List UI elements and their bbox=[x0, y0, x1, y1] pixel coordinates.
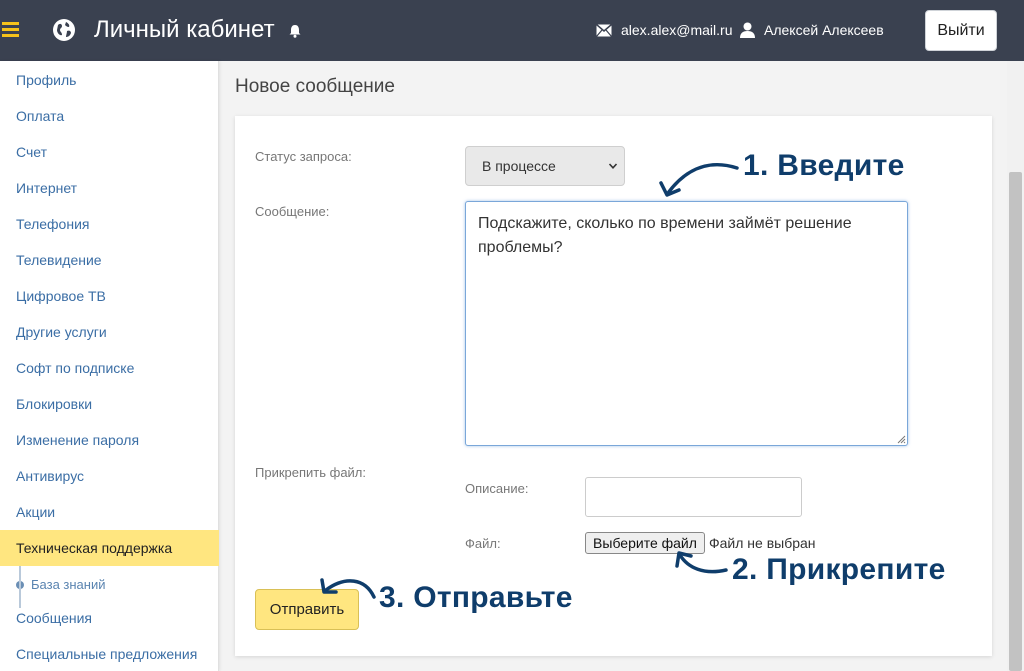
file-status-text: Файл не выбран bbox=[709, 535, 816, 551]
submenu-connector-line bbox=[19, 566, 21, 608]
mail-icon bbox=[596, 24, 612, 37]
sidebar-item-tech-support[interactable]: Техническая поддержка bbox=[0, 530, 219, 566]
sidebar-item-other-services[interactable]: Другие услуги bbox=[0, 314, 219, 350]
sidebar-item-television[interactable]: Телевидение bbox=[0, 242, 219, 278]
resize-handle-icon[interactable] bbox=[896, 434, 906, 444]
sidebar-item-telephony[interactable]: Телефония bbox=[0, 206, 219, 242]
status-select[interactable]: В процессе bbox=[465, 146, 625, 186]
top-bar: Личный кабинет alex.alex@mail.ru Алексей… bbox=[0, 0, 1024, 61]
sidebar-item-internet[interactable]: Интернет bbox=[0, 170, 219, 206]
sidebar-subitem-label: База знаний bbox=[31, 577, 106, 592]
status-select-value: В процессе bbox=[482, 158, 556, 174]
sidebar-item-promotions[interactable]: Акции bbox=[0, 494, 219, 530]
sidebar-item-special-offers[interactable]: Специальные предложения bbox=[0, 636, 219, 671]
message-textarea[interactable]: Подскажите, сколько по времени займёт ре… bbox=[465, 201, 908, 446]
scrollbar-thumb[interactable] bbox=[1009, 172, 1022, 671]
user-icon bbox=[740, 22, 755, 38]
description-label: Описание: bbox=[465, 481, 529, 496]
bell-icon[interactable] bbox=[288, 24, 302, 38]
choose-file-button[interactable]: Выберите файл bbox=[585, 532, 705, 554]
sidebar-item-change-password[interactable]: Изменение пароля bbox=[0, 422, 219, 458]
logout-button[interactable]: Выйти bbox=[925, 10, 997, 51]
sidebar-item-profile[interactable]: Профиль bbox=[0, 62, 219, 98]
send-button[interactable]: Отправить bbox=[255, 589, 359, 630]
sidebar-item-messages[interactable]: Сообщения bbox=[0, 600, 219, 636]
message-label: Сообщение: bbox=[255, 204, 330, 219]
file-label: Файл: bbox=[465, 536, 501, 551]
sidebar-item-blocks[interactable]: Блокировки bbox=[0, 386, 219, 422]
user-name[interactable]: Алексей Алексеев bbox=[764, 22, 884, 38]
sidebar-item-payment[interactable]: Оплата bbox=[0, 98, 219, 134]
sidebar-item-antivirus[interactable]: Антивирус bbox=[0, 458, 219, 494]
user-email: alex.alex@mail.ru bbox=[621, 22, 733, 38]
menu-icon[interactable] bbox=[2, 22, 19, 38]
status-label: Статус запроса: bbox=[255, 149, 352, 164]
sidebar-item-account[interactable]: Счет bbox=[0, 134, 219, 170]
annotation-step2: 2. Прикрепите bbox=[732, 553, 946, 586]
globe-icon bbox=[53, 19, 75, 41]
description-input[interactable] bbox=[585, 477, 802, 517]
chevron-down-icon bbox=[608, 163, 618, 169]
page-title: Новое сообщение bbox=[235, 76, 395, 97]
app-title: Личный кабинет bbox=[94, 16, 275, 43]
attach-file-label: Прикрепить файл: bbox=[255, 465, 367, 480]
annotation-step3: 3. Отправьте bbox=[379, 581, 573, 614]
sidebar-subitem-knowledge-base[interactable]: База знаний bbox=[0, 567, 219, 603]
sidebar-item-software[interactable]: Софт по подписке bbox=[0, 350, 219, 386]
sidebar-item-digital-tv[interactable]: Цифровое ТВ bbox=[0, 278, 219, 314]
annotation-step1: 1. Введите bbox=[743, 149, 905, 182]
sidebar: Профиль Оплата Счет Интернет Телефония Т… bbox=[0, 61, 219, 671]
